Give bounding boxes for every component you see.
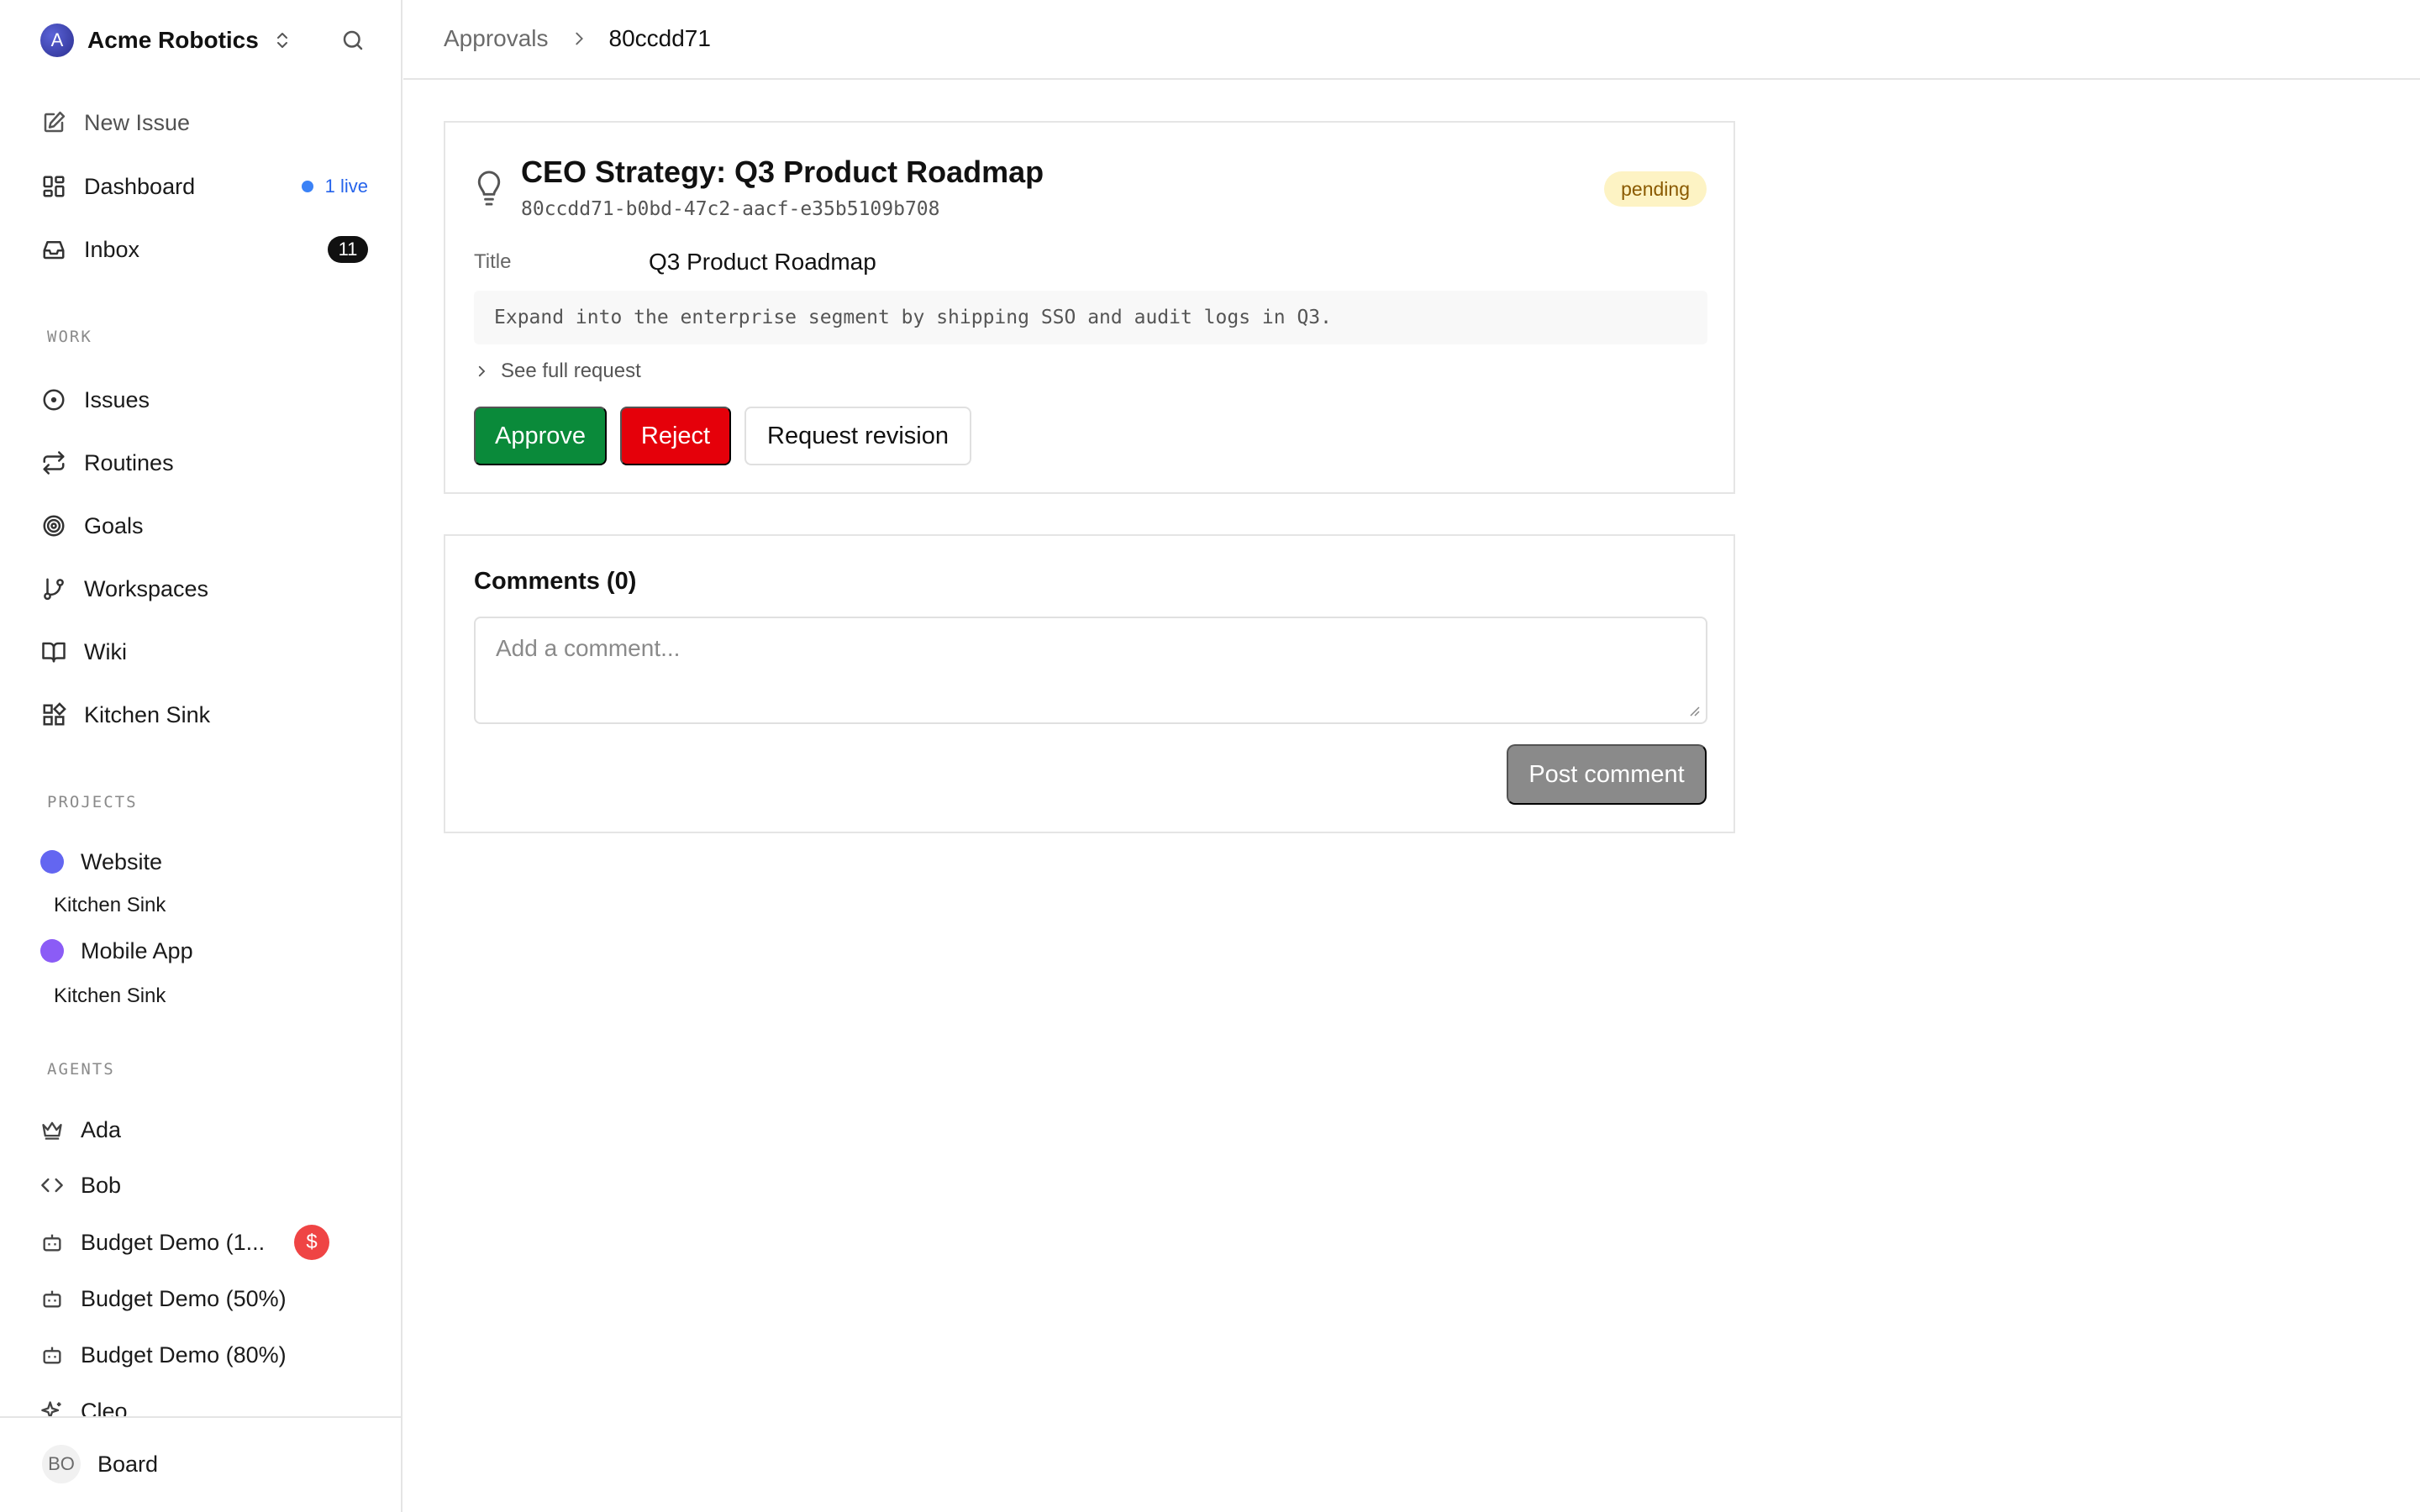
inbox-label: Inbox: [84, 236, 140, 262]
company-switcher[interactable]: A Acme Robotics: [40, 24, 292, 57]
title-field-label: Title: [474, 250, 512, 273]
comment-placeholder: Add a comment...: [496, 635, 681, 661]
live-count: 1 live: [324, 176, 368, 197]
agent-bob[interactable]: Bob: [40, 1168, 368, 1202]
project-color-dot: [40, 850, 64, 874]
git-branch-icon: [40, 575, 67, 602]
workspaces-label: Workspaces: [84, 575, 209, 601]
status-badge: pending: [1604, 171, 1707, 207]
approve-button[interactable]: Approve: [474, 407, 607, 465]
blocks-icon: [40, 701, 67, 728]
agent-name: Ada: [81, 1116, 122, 1142]
circle-dot-icon: [40, 386, 67, 413]
repeat-icon: [40, 449, 67, 476]
kitchen-sink-label: Kitchen Sink: [84, 701, 211, 727]
routines-label: Routines: [84, 449, 174, 475]
board-label[interactable]: Board: [97, 1452, 158, 1478]
issues-label: Issues: [84, 386, 150, 412]
sidebar-item-issues[interactable]: Issues: [40, 383, 368, 417]
search-button[interactable]: [338, 25, 368, 55]
resize-grip-icon[interactable]: [1687, 704, 1701, 717]
sidebar-item-workspaces[interactable]: Workspaces: [40, 572, 368, 606]
budget-warning-badge: $: [294, 1225, 329, 1260]
crown-icon: [40, 1118, 64, 1142]
project-name: Mobile App: [81, 937, 193, 963]
sidebar-footer: BO Board: [0, 1416, 401, 1512]
goals-label: Goals: [84, 512, 144, 538]
projects-section-label: PROJECTS: [47, 793, 138, 811]
project-mobile-app[interactable]: Mobile App: [40, 936, 193, 966]
target-icon: [40, 512, 67, 539]
agent-name: Budget Demo (1...: [81, 1229, 266, 1255]
project-website-sub-kitchen-sink[interactable]: Kitchen Sink: [54, 894, 166, 917]
avatar[interactable]: BO: [42, 1445, 81, 1483]
live-indicator: 1 live: [301, 176, 368, 197]
see-full-request-label: See full request: [501, 360, 641, 382]
inbox-count-badge: 11: [328, 236, 368, 263]
project-color-dot: [40, 939, 64, 963]
sidebar-item-kitchen-sink[interactable]: Kitchen Sink: [40, 698, 368, 732]
bot-icon: [40, 1287, 64, 1310]
sidebar: A Acme Robotics New Issue Dashboard 1 li…: [0, 0, 402, 1512]
project-website[interactable]: Website: [40, 847, 162, 877]
wiki-label: Wiki: [84, 638, 127, 664]
request-revision-button[interactable]: Request revision: [744, 407, 971, 465]
approval-id: 80ccdd71-b0bd-47c2-aacf-e35b5109b708: [521, 198, 940, 220]
comment-input[interactable]: Add a comment...: [474, 617, 1707, 724]
bot-icon: [40, 1343, 64, 1367]
work-section-label: WORK: [47, 328, 92, 346]
agent-name: Budget Demo (50%): [81, 1285, 287, 1311]
edit-icon: [40, 109, 67, 136]
code-icon: [40, 1173, 64, 1197]
search-icon: [343, 30, 363, 50]
new-issue-label: New Issue: [84, 109, 191, 135]
book-icon: [40, 638, 67, 665]
agent-budget-demo-1[interactable]: Budget Demo (1... $: [40, 1225, 368, 1260]
top-bar: Approvals 80ccdd71: [403, 0, 2420, 80]
app-root: A Acme Robotics New Issue Dashboard 1 li…: [0, 0, 2420, 1512]
breadcrumb-approvals-link[interactable]: Approvals: [444, 25, 549, 52]
chevron-right-icon: [569, 29, 589, 49]
agent-ada[interactable]: Ada: [40, 1113, 368, 1147]
agent-budget-demo-50[interactable]: Budget Demo (50%): [40, 1282, 368, 1315]
live-dot: [301, 181, 313, 192]
breadcrumb: Approvals 80ccdd71: [444, 25, 711, 52]
request-summary: Expand into the enterprise segment by sh…: [474, 291, 1707, 344]
comments-title: Comments (0): [474, 568, 637, 595]
company-logo: A: [40, 24, 74, 57]
agent-name: Bob: [81, 1172, 122, 1198]
approval-title: CEO Strategy: Q3 Product Roadmap: [521, 155, 1044, 189]
sidebar-item-goals[interactable]: Goals: [40, 509, 368, 543]
agent-budget-demo-80[interactable]: Budget Demo (80%): [40, 1338, 368, 1372]
sidebar-item-wiki[interactable]: Wiki: [40, 635, 368, 669]
bot-icon: [40, 1231, 64, 1254]
sidebar-item-dashboard[interactable]: Dashboard 1 live: [40, 170, 368, 203]
reject-button[interactable]: Reject: [620, 407, 731, 465]
breadcrumb-current: 80ccdd71: [608, 25, 711, 51]
chevron-right-icon: [474, 363, 491, 380]
agent-name: Budget Demo (80%): [81, 1341, 287, 1368]
title-field-value: Q3 Product Roadmap: [649, 249, 876, 275]
post-comment-button[interactable]: Post comment: [1507, 744, 1707, 805]
sidebar-item-routines[interactable]: Routines: [40, 446, 368, 480]
chevron-updown-icon: [276, 33, 287, 48]
approval-card: CEO Strategy: Q3 Product Roadmap 80ccdd7…: [444, 121, 1735, 494]
project-mobile-app-sub-kitchen-sink[interactable]: Kitchen Sink: [54, 984, 166, 1008]
inbox-icon: [40, 236, 67, 263]
dashboard-icon: [40, 173, 67, 200]
agents-section-label: AGENTS: [47, 1060, 115, 1079]
lightbulb-icon: [477, 171, 501, 206]
comments-card: Comments (0) Add a comment... Post comme…: [444, 534, 1735, 833]
sidebar-item-inbox[interactable]: Inbox 11: [40, 233, 368, 266]
see-full-request-toggle[interactable]: See full request: [474, 360, 641, 383]
company-name: Acme Robotics: [87, 27, 259, 53]
project-name: Website: [81, 848, 163, 874]
new-issue-button[interactable]: New Issue: [40, 106, 368, 139]
dashboard-label: Dashboard: [84, 173, 196, 199]
